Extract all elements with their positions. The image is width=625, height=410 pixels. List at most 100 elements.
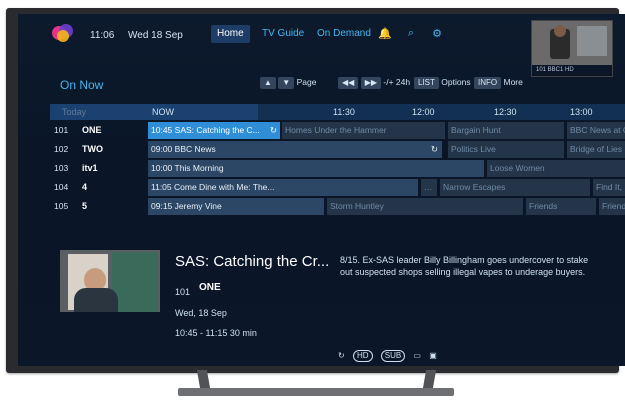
timeline-slot: 12:00 (412, 107, 435, 117)
timeline: Today NOW 11:30 12:00 12:30 13:00 (50, 104, 625, 120)
page-label: Page (296, 77, 317, 87)
programme-title: Bridge of Lies (570, 144, 622, 154)
channel-number: 104 (54, 182, 69, 192)
programme-time: 11:05 (151, 182, 172, 192)
programme-cell[interactable]: Find It, F (593, 179, 625, 196)
programme-time: 10:45 - 11:15 30 min (175, 328, 257, 338)
programme-title: BBC News at O (570, 125, 625, 135)
programme-cell[interactable]: 09:15 Jeremy Vine (148, 198, 324, 215)
hd-badge: HD (352, 350, 373, 362)
programme-title: Jeremy Vine (174, 201, 222, 211)
channel-number: 102 (54, 144, 69, 154)
programme-cell[interactable]: … (421, 179, 437, 196)
gear-icon[interactable]: ⚙ (430, 27, 444, 41)
more-label: More (503, 77, 523, 87)
programme-title: Loose Women (490, 163, 545, 173)
programme-cell[interactable]: 10:45 SAS: Catching the C... ↻ (148, 122, 280, 139)
channel-logo: TWO (82, 144, 103, 154)
programme-title: SAS: Catching the C... (174, 125, 260, 135)
programme-title: This Morning (174, 163, 224, 173)
programme-cell[interactable]: BBC News at O (567, 122, 625, 139)
timeline-today: Today (62, 107, 87, 117)
date: Wed 18 Sep (128, 30, 183, 41)
day-controls: ◀◀ ▶▶ -/+ 24h (338, 74, 410, 90)
programme-title: Bargain Hunt (451, 125, 501, 135)
programme-details: SAS: Catching the Cr... 101 ONE Wed, 18 … (18, 232, 625, 366)
programme-title: Narrow Escapes (443, 182, 506, 192)
programme-title: BBC News (174, 144, 216, 154)
programme-date: Wed, 18 Sep (175, 308, 227, 318)
programme-cell[interactable]: 10:00 This Morning (148, 160, 484, 177)
programme-time: 10:45 (151, 125, 173, 135)
programme-cell[interactable]: Friends (526, 198, 596, 215)
programme-title: Storm Huntley (330, 201, 384, 211)
programme-cell[interactable]: Friends (599, 198, 625, 215)
series-link-icon: ↻ (338, 351, 345, 360)
programme-title: Homes Under the Hammer (285, 125, 387, 135)
options-label: Options (441, 77, 471, 87)
bell-icon[interactable]: 🔔 (378, 27, 392, 41)
programme-title: Politics Live (451, 144, 496, 154)
clock: 11:06 (90, 30, 115, 41)
on-now-label: On Now (60, 78, 104, 92)
programme-title: Friends (602, 201, 625, 211)
programme-thumbnail (60, 250, 160, 312)
programme-cell[interactable]: Loose Women (487, 160, 625, 177)
nav-home[interactable]: Home (211, 25, 250, 43)
channel-logo: ONE (82, 125, 102, 135)
live-preview-thumbnail[interactable]: 101 BBC1 HD (531, 20, 613, 77)
channel-number: 101 (54, 125, 69, 135)
programme-title: SAS: Catching the Cr... (175, 253, 330, 270)
channel-row: 104 4 11:05 Come Dine with Me: The... … … (50, 179, 625, 196)
list-key[interactable]: LIST (414, 76, 439, 89)
programme-title: Friends (529, 201, 558, 211)
channel-logo: 5 (82, 201, 88, 211)
timeline-slot: 13:00 (570, 107, 593, 117)
info-key[interactable]: INFO (474, 76, 502, 89)
tv-screen: 11:06 Wed 18 Sep Home TV Guide On Demand… (18, 14, 625, 366)
rewind-icon[interactable]: ◀◀ (338, 76, 359, 89)
signed-icon: ▣ (429, 351, 437, 360)
programme-time: 09:00 (151, 144, 173, 154)
page-controls: ▲ ▼ Page (260, 74, 316, 90)
channel-row: 101 ONE 10:45 SAS: Catching the C... ↻ H… (50, 122, 625, 139)
programme-cell[interactable]: 09:00 BBC News ↻ (148, 141, 442, 158)
series-link-icon: ↻ (430, 144, 438, 154)
fast-forward-icon[interactable]: ▶▶ (360, 76, 381, 89)
programme-cell[interactable]: Politics Live (448, 141, 564, 158)
programme-time: 09:15 (151, 201, 173, 211)
programme-cell[interactable]: Storm Huntley (327, 198, 523, 215)
subtitles-badge: SUB (380, 350, 406, 362)
programme-title: Come Dine with Me: The... (174, 182, 275, 192)
channel-row: 105 5 09:15 Jeremy Vine Storm Huntley Fr… (50, 198, 625, 215)
timeline-now: NOW (152, 107, 174, 117)
programme-cell[interactable]: Bridge of Lies (567, 141, 625, 158)
audio-description-icon: ▭ (413, 351, 421, 360)
page-up-icon[interactable]: ▲ (260, 76, 276, 89)
timeline-slot: 12:30 (494, 107, 517, 117)
preview-caption: 101 BBC1 HD (532, 65, 612, 76)
channel-logo: itv1 (82, 163, 98, 173)
brand-logo-icon (52, 24, 76, 44)
programme-cell[interactable]: Homes Under the Hammer (282, 122, 445, 139)
channel-row: 102 TWO 09:00 BBC News ↻ Politics Live B… (50, 141, 625, 158)
nav-tv-guide[interactable]: TV Guide (256, 25, 310, 43)
programme-channel-number: 101 (175, 287, 191, 297)
programme-description: 8/15. Ex-SAS leader Billy Billingham goe… (340, 255, 589, 277)
channel-number: 103 (54, 163, 69, 173)
channel-number: 105 (54, 201, 69, 211)
page-down-icon[interactable]: ▼ (278, 76, 295, 89)
programme-cell[interactable]: Narrow Escapes (440, 179, 590, 196)
search-icon[interactable]: ⌕ (404, 27, 418, 41)
channel-row: 103 itv1 10:00 This Morning Loose Women (50, 160, 625, 177)
channel-logo: 4 (82, 182, 88, 192)
nav-on-demand[interactable]: On Demand (311, 25, 377, 43)
programme-title: Find It, F (596, 182, 625, 192)
timeline-slot: 11:30 (333, 107, 355, 117)
programme-cell[interactable]: Bargain Hunt (448, 122, 564, 139)
series-link-icon: ↻ (269, 125, 277, 135)
programme-badges: ↻ HD SUB ▭ ▣ (338, 350, 437, 364)
tv-stand (178, 388, 454, 396)
skip-24h-label: -/+ 24h (383, 77, 411, 87)
programme-cell[interactable]: 11:05 Come Dine with Me: The... (148, 179, 418, 196)
